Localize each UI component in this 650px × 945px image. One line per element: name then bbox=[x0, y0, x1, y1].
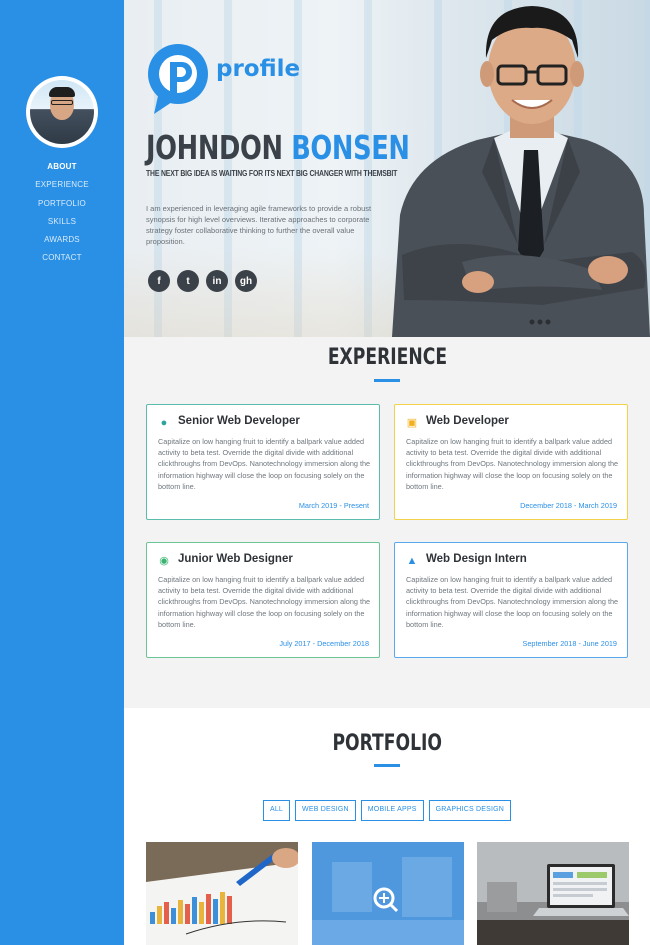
nav-item-experience[interactable]: EXPERIENCE bbox=[0, 176, 124, 194]
portfolio-item-office[interactable] bbox=[312, 842, 464, 945]
filter-mobile-apps[interactable]: MOBILE APPS bbox=[360, 800, 424, 821]
card-date: September 2018 - June 2019 bbox=[522, 639, 617, 648]
portfolio-filters: ALL WEB DESIGN MOBILE APPS GRAPHICS DESI… bbox=[124, 800, 650, 821]
card-title: Junior Web Designer bbox=[178, 553, 293, 565]
laptop-icon: ▣ bbox=[406, 417, 418, 429]
sidebar: ABOUT EXPERIENCE PORTFOLIO SKILLS AWARDS… bbox=[0, 0, 124, 945]
portfolio-title: PORTFOLIO bbox=[332, 731, 442, 756]
nav-item-skills[interactable]: SKILLS bbox=[0, 213, 124, 231]
hero-section: profile JOHNDON BONSEN THE NEXT BIG IDEA… bbox=[124, 0, 650, 337]
logo-text: profile bbox=[216, 56, 301, 82]
linkedin-icon[interactable]: in bbox=[206, 270, 228, 292]
avatar bbox=[26, 76, 98, 148]
experience-card-web-design-intern: ▲ Web Design Intern Capitalize on low ha… bbox=[394, 542, 628, 658]
facebook-icon[interactable]: f bbox=[148, 270, 170, 292]
nav-item-awards[interactable]: AWARDS bbox=[0, 231, 124, 249]
card-date: July 2017 - December 2018 bbox=[279, 639, 369, 648]
first-name: JOHNDON bbox=[146, 128, 283, 167]
area-chart-icon: ▲ bbox=[406, 555, 418, 567]
github-icon[interactable]: gh bbox=[235, 270, 257, 292]
nav-item-portfolio[interactable]: PORTFOLIO bbox=[0, 195, 124, 213]
card-date: December 2018 - March 2019 bbox=[520, 501, 617, 510]
card-body: Capitalize on low hanging fruit to ident… bbox=[406, 575, 619, 629]
card-title: Web Developer bbox=[426, 415, 509, 427]
globe-icon: ● bbox=[160, 417, 168, 429]
sidebar-nav: ABOUT EXPERIENCE PORTFOLIO SKILLS AWARDS… bbox=[0, 158, 124, 268]
experience-card-junior-web-designer: ◉ Junior Web Designer Capitalize on low … bbox=[146, 542, 380, 658]
experience-card-web-developer: ▣ Web Developer Capitalize on low hangin… bbox=[394, 404, 628, 520]
filter-graphics-design[interactable]: GRAPHICS DESIGN bbox=[428, 800, 512, 821]
hero-portrait bbox=[392, 6, 650, 337]
hero-bio: I am experienced in leveraging agile fra… bbox=[146, 204, 372, 246]
card-body: Capitalize on low hanging fruit to ident… bbox=[158, 575, 371, 629]
portfolio-item-charts[interactable] bbox=[146, 842, 298, 945]
social-links: f t in gh bbox=[148, 270, 257, 292]
card-title: Senior Web Developer bbox=[178, 415, 300, 427]
avatar-photo bbox=[30, 80, 94, 144]
experience-underline bbox=[374, 379, 400, 382]
experience-title: EXPERIENCE bbox=[327, 345, 447, 370]
tagline-text: THE NEXT BIG IDEA IS WAITING FOR ITS NEX… bbox=[146, 169, 364, 178]
portfolio-item-laptop[interactable] bbox=[477, 842, 629, 945]
twitter-icon[interactable]: t bbox=[177, 270, 199, 292]
experience-card-senior-web-developer: ● Senior Web Developer Capitalize on low… bbox=[146, 404, 380, 520]
filter-web-design[interactable]: WEB DESIGN bbox=[295, 800, 356, 821]
hero-tagline: THE NEXT BIG IDEA IS WAITING FOR ITS NEX… bbox=[146, 169, 397, 178]
card-date: March 2019 - Present bbox=[298, 501, 369, 510]
portfolio-underline bbox=[374, 764, 400, 767]
filter-all[interactable]: ALL bbox=[262, 800, 291, 821]
card-title: Web Design Intern bbox=[426, 553, 527, 565]
card-body: Capitalize on low hanging fruit to ident… bbox=[406, 437, 619, 491]
hero-name: JOHNDON BONSEN bbox=[146, 128, 410, 167]
card-body: Capitalize on low hanging fruit to ident… bbox=[158, 437, 371, 491]
nav-item-about[interactable]: ABOUT bbox=[0, 158, 124, 176]
profile-logo-icon bbox=[148, 44, 208, 114]
nav-item-contact[interactable]: CONTACT bbox=[0, 249, 124, 267]
camera-icon: ◉ bbox=[159, 555, 169, 567]
